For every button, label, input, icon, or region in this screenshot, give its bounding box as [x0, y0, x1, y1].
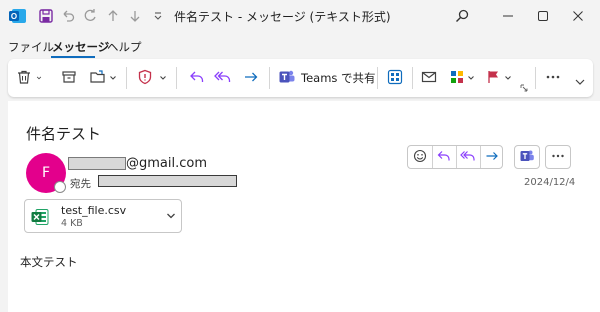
- outlook-icon[interactable]: O: [8, 6, 28, 26]
- move-button[interactable]: [88, 67, 118, 89]
- report-button[interactable]: [136, 67, 168, 89]
- forward-button[interactable]: [480, 146, 504, 168]
- redo-icon[interactable]: [80, 6, 100, 26]
- emoji-icon: [413, 149, 427, 166]
- ribbon-divider: [176, 67, 177, 89]
- ribbon-divider: [412, 67, 413, 89]
- tab-message[interactable]: メッセージ: [52, 39, 109, 55]
- tab-help[interactable]: ヘルプ: [107, 39, 142, 55]
- ribbon-divider: [535, 67, 536, 89]
- reply-button[interactable]: [186, 67, 208, 89]
- more-button[interactable]: [542, 67, 564, 89]
- ribbon-divider: [269, 67, 270, 89]
- envelope-icon: [421, 69, 437, 88]
- archive-icon: [61, 69, 77, 88]
- trash-icon: [16, 69, 32, 88]
- sender-address[interactable]: @gmail.com: [126, 156, 207, 171]
- more-icon: [551, 149, 565, 166]
- categorize-button[interactable]: [446, 67, 478, 89]
- excel-icon: [31, 208, 49, 226]
- chevron-down-icon: [468, 76, 474, 80]
- chevron-down-icon: [167, 213, 175, 219]
- reply-all-icon: [214, 69, 232, 88]
- reply-icon: [189, 69, 205, 88]
- message-body: 本文テスト: [20, 255, 78, 269]
- reply-button[interactable]: [432, 146, 456, 168]
- reply-all-button[interactable]: [456, 146, 480, 168]
- arrow-down-icon[interactable]: [125, 6, 145, 26]
- categorize-icon: [449, 69, 465, 88]
- teams-icon: [278, 68, 296, 89]
- share-to-teams-label: Teams で共有: [301, 71, 376, 85]
- forward-icon: [485, 149, 499, 166]
- flag-button[interactable]: [484, 67, 514, 89]
- chevron-down-icon: [160, 76, 166, 80]
- group-options-icon[interactable]: [518, 83, 530, 93]
- presence-status-icon: [54, 181, 66, 193]
- chevron-down-icon: [575, 79, 585, 85]
- ribbon-divider: [377, 67, 378, 89]
- to-label: 宛先: [70, 178, 91, 190]
- share-to-teams-button[interactable]: Teams で共有: [278, 67, 376, 89]
- reply-all-icon: [460, 149, 476, 166]
- chevron-down-icon: [110, 76, 116, 80]
- avatar-initial: F: [41, 165, 51, 181]
- ribbon-toolbar: Teams で共有: [8, 59, 593, 97]
- teams-icon: [519, 148, 535, 167]
- emoji-reaction-button[interactable]: [408, 146, 432, 168]
- search-icon[interactable]: [452, 6, 472, 26]
- reply-icon: [437, 149, 451, 166]
- chevron-down-icon: [36, 76, 42, 80]
- attachment-name: test_file.csv: [61, 204, 127, 217]
- more-icon: [545, 69, 561, 88]
- tab-file[interactable]: ファイル: [8, 39, 54, 55]
- message-actions-group: [407, 145, 503, 169]
- forward-button[interactable]: [240, 67, 262, 89]
- undo-icon[interactable]: [58, 6, 78, 26]
- reading-pane: 件名テスト F @gmail.com 宛先 2024/12/4 test_fil…: [8, 101, 600, 312]
- chevron-down-icon: [505, 76, 511, 80]
- arrow-up-icon[interactable]: [103, 6, 123, 26]
- window-title: 件名テスト - メッセージ (テキスト形式): [174, 10, 391, 24]
- recipient-redacted: [98, 175, 237, 187]
- share-to-teams-button[interactable]: [514, 145, 540, 169]
- archive-button[interactable]: [58, 67, 80, 89]
- active-tab-indicator: [51, 56, 95, 58]
- attachment-size: 4 KB: [61, 218, 83, 229]
- apps-icon: [387, 69, 403, 88]
- customize-toolbar-icon[interactable]: [148, 6, 168, 26]
- flag-icon: [486, 69, 502, 88]
- message-date: 2024/12/4: [524, 177, 576, 188]
- shield-icon: [137, 69, 153, 88]
- forward-icon: [243, 69, 259, 88]
- close-button[interactable]: [555, 0, 600, 32]
- sender-name-redacted: [68, 157, 126, 170]
- apps-button[interactable]: [384, 67, 406, 89]
- move-to-folder-icon: [89, 69, 107, 88]
- read-unread-button[interactable]: [418, 67, 440, 89]
- svg-text:O: O: [11, 12, 17, 21]
- attachment-menu-button[interactable]: [165, 210, 177, 225]
- attachment-card[interactable]: test_file.csv 4 KB: [24, 199, 182, 233]
- ribbon-divider: [126, 67, 127, 89]
- more-actions-button[interactable]: [545, 145, 571, 169]
- title-bar: O 件名テスト - メッセージ (テキスト形式): [0, 0, 600, 32]
- reply-all-button[interactable]: [212, 67, 234, 89]
- delete-button[interactable]: [16, 67, 42, 89]
- ribbon-expand-button[interactable]: [573, 75, 587, 89]
- message-subject: 件名テスト: [26, 125, 102, 143]
- save-icon[interactable]: [36, 6, 56, 26]
